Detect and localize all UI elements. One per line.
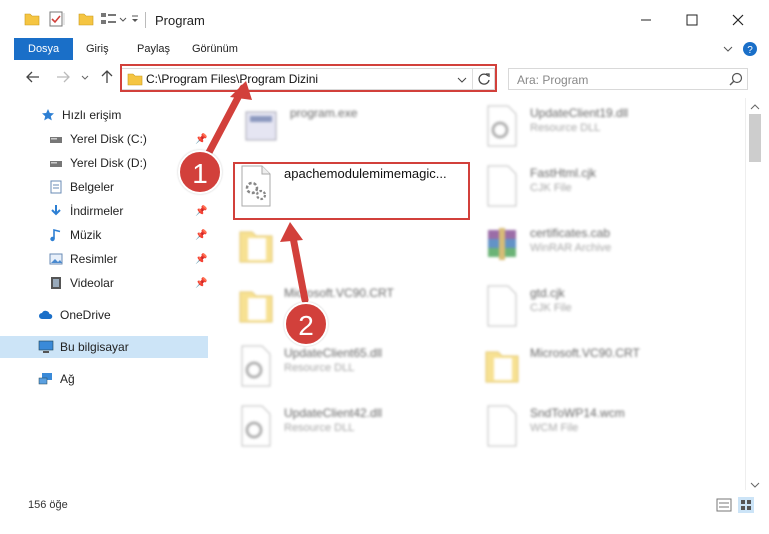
annotation-arrows bbox=[201, 81, 309, 304]
step-badge-2: 2 bbox=[284, 302, 328, 346]
arrow-2-shaft bbox=[288, 228, 309, 304]
arrow-2-head bbox=[280, 222, 303, 242]
arrow-1-shaft bbox=[201, 84, 247, 164]
arrow-1-head bbox=[230, 81, 252, 100]
step-badge-1: 1 bbox=[178, 150, 222, 194]
